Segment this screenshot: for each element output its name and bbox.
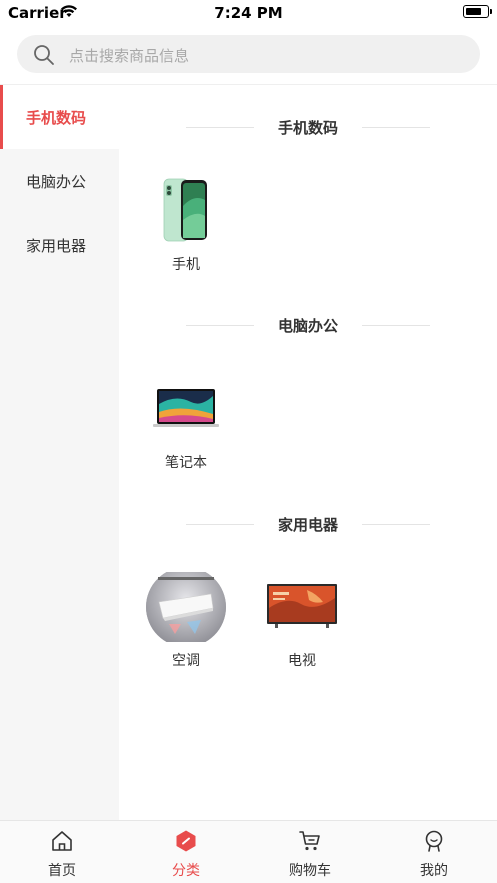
tab-label: 分类: [172, 863, 200, 879]
product-name: 笔记本: [165, 455, 207, 471]
tab-cart[interactable]: 购物车: [248, 821, 372, 883]
active-indicator: [0, 85, 3, 149]
tab-profile[interactable]: 我的: [372, 821, 496, 883]
sidebar-item-label: 手机数码: [26, 109, 87, 127]
search-input[interactable]: 点击搜索商品信息: [17, 35, 480, 73]
product-name: 空调: [172, 653, 200, 669]
sidebar-item-computer-office[interactable]: 电脑办公: [0, 149, 119, 213]
product-name: 电视: [288, 653, 316, 669]
air-conditioner-image: [146, 572, 226, 642]
product-tv[interactable]: 电视: [257, 572, 347, 672]
product-air-conditioner[interactable]: 空调: [141, 572, 231, 672]
home-icon: [52, 831, 72, 851]
bottom-tab-bar: 首页 分类 购物车 我的: [0, 820, 497, 883]
search-placeholder: 点击搜索商品信息: [69, 47, 190, 65]
tv-image: [267, 584, 337, 628]
section-header-appliances: 家用电器: [186, 512, 430, 536]
search-icon: [34, 45, 54, 65]
tab-label: 首页: [48, 863, 76, 879]
profile-icon: [425, 830, 443, 852]
section-header-digital: 手机数码: [186, 115, 430, 139]
product-phone[interactable]: 手机: [141, 176, 231, 276]
category-sidebar: 手机数码 电脑办公 家用电器: [0, 85, 119, 820]
product-name: 手机: [172, 257, 200, 273]
status-time: 7:24 PM: [214, 4, 283, 22]
status-bar: Carrier 7:24 PM: [0, 0, 497, 26]
battery-icon: [463, 5, 492, 18]
section-header-computer-office: 电脑办公: [186, 313, 430, 337]
tab-label: 购物车: [289, 863, 331, 879]
sidebar-item-label: 家用电器: [26, 237, 87, 255]
category-icon: [176, 830, 196, 852]
sidebar-item-digital[interactable]: 手机数码: [0, 85, 119, 149]
product-laptop[interactable]: 笔记本: [141, 374, 231, 474]
sidebar-item-appliances[interactable]: 家用电器: [0, 213, 119, 277]
sidebar-item-label: 电脑办公: [26, 173, 87, 191]
tab-label: 我的: [420, 863, 448, 879]
phone-image: [163, 178, 207, 242]
tab-category[interactable]: 分类: [124, 821, 248, 883]
laptop-image: [153, 389, 219, 427]
tab-home[interactable]: 首页: [0, 821, 124, 883]
cart-icon: [299, 831, 320, 851]
